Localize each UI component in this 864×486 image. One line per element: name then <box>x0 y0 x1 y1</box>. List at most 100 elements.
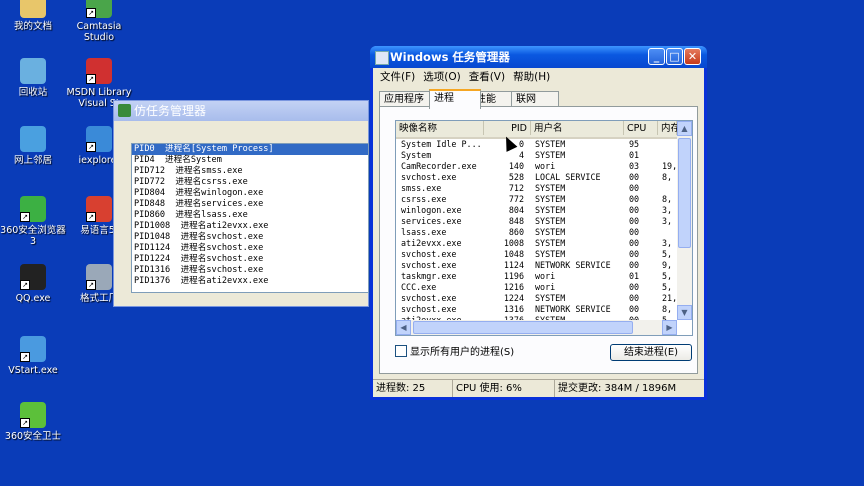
table-row[interactable]: System 4 SYSTEM 01 <box>396 150 677 161</box>
table-row[interactable]: svchost.exe 1124 NETWORK SERVICE 00 9, <box>396 260 677 271</box>
table-row[interactable]: CCC.exe 1216 wori 00 5, <box>396 282 677 293</box>
table-row[interactable]: csrss.exe 772 SYSTEM 00 8, <box>396 194 677 205</box>
scroll-left-arrow-icon[interactable]: ◀ <box>396 320 411 335</box>
list-item[interactable]: PID0 进程名[System Process] <box>132 144 368 155</box>
column-header-3[interactable]: CPU <box>624 121 658 135</box>
desktop-icon[interactable]: ↗ Camtasia Studio <box>66 0 132 43</box>
column-header-2[interactable]: 用户名 <box>531 121 624 135</box>
list-item[interactable]: PID804 进程名winlogon.exe <box>132 188 368 199</box>
cell-name: csrss.exe <box>401 194 447 204</box>
internet-explorer-icon: ↗ <box>86 126 112 152</box>
360-safe-icon: ↗ <box>20 402 46 428</box>
tab-1[interactable]: 进程 <box>429 89 481 109</box>
table-row[interactable]: smss.exe 712 SYSTEM 00 <box>396 183 677 194</box>
list-item[interactable]: PID772 进程名csrss.exe <box>132 177 368 188</box>
horizontal-scroll-thumb[interactable] <box>413 321 633 334</box>
cell-pid: 848 <box>508 216 524 226</box>
list-item[interactable]: PID712 进程名smss.exe <box>132 166 368 177</box>
list-item[interactable]: PID1124 进程名svchost.exe <box>132 243 368 254</box>
cell-pid: 712 <box>508 183 524 193</box>
column-header-4[interactable]: 内存 <box>658 121 680 135</box>
maximize-button[interactable]: □ <box>666 48 683 65</box>
msdn-icon: ↗ <box>86 58 112 84</box>
table-row[interactable]: winlogon.exe 804 SYSTEM 00 3, <box>396 205 677 216</box>
checkbox-box[interactable] <box>395 345 407 357</box>
process-list[interactable]: 映像名称 PID 用户名 CPU 内存 System Idle P... 0 SYSTEM 9… <box>395 120 693 336</box>
qq-icon: ↗ <box>20 264 46 290</box>
scroll-down-arrow-icon[interactable]: ▼ <box>677 305 692 320</box>
title-bar[interactable]: Windows 任务管理器 _ □ ✕ <box>370 46 707 68</box>
desktop-icon-label: 网上邻居 <box>13 155 52 166</box>
scroll-right-arrow-icon[interactable]: ▶ <box>662 320 677 335</box>
desktop-icon[interactable]: ↗ 360安全卫士 <box>0 402 66 442</box>
list-item[interactable]: PID1008 进程名ati2evxx.exe <box>132 221 368 232</box>
cell-name: System Idle P... <box>401 139 482 149</box>
process-listbox[interactable]: PID0 进程名[System Process] PID4 进程名System PI… <box>131 143 369 293</box>
desktop-icon[interactable]: 回收站 <box>0 58 66 98</box>
eyuyan-icon: ↗ <box>86 196 112 222</box>
cell-cpu: 00 <box>629 238 640 248</box>
fake-title-bar[interactable]: 仿任务管理器 <box>114 101 368 121</box>
menu-item[interactable]: 选项(O) <box>419 68 464 86</box>
list-item[interactable]: PID1376 进程名ati2evxx.exe <box>132 276 368 287</box>
list-item[interactable]: PID1316 进程名svchost.exe <box>132 265 368 276</box>
table-row[interactable]: svchost.exe 1048 SYSTEM 00 5, <box>396 249 677 260</box>
list-item[interactable]: PID1224 进程名svchost.exe <box>132 254 368 265</box>
shortcut-arrow-icon: ↗ <box>86 142 96 152</box>
app-icon <box>118 104 131 117</box>
desktop-icon-label: 360安全卫士 <box>4 431 62 442</box>
list-item[interactable]: PID848 进程名services.exe <box>132 199 368 210</box>
recycle-bin-icon <box>20 58 46 84</box>
cell-mem: 3, <box>662 238 673 248</box>
desktop-icon-label: Camtasia Studio <box>76 21 122 43</box>
table-row[interactable]: svchost.exe 1224 SYSTEM 00 21, <box>396 293 677 304</box>
minimize-button[interactable]: _ <box>648 48 665 65</box>
shortcut-arrow-icon: ↗ <box>86 8 96 18</box>
desktop-icon[interactable]: 网上邻居 <box>0 126 66 166</box>
horizontal-scrollbar[interactable]: ◀ ▶ <box>396 320 677 335</box>
processes-panel: 映像名称 PID 用户名 CPU 内存 System Idle P... 0 SYSTEM 9… <box>379 106 698 374</box>
cell-pid: 1316 <box>503 304 524 314</box>
table-row[interactable]: taskmgr.exe 1196 wori 01 5, <box>396 271 677 282</box>
cell-cpu: 00 <box>629 227 640 237</box>
close-button[interactable]: ✕ <box>684 48 701 65</box>
list-item[interactable]: PID1048 进程名svchost.exe <box>132 232 368 243</box>
desktop-icon[interactable]: ↗ VStart.exe <box>0 336 66 376</box>
end-process-button[interactable]: 结束进程(E) <box>610 344 692 361</box>
table-row[interactable]: System Idle P... 0 SYSTEM 95 <box>396 139 677 150</box>
desktop-icon-label: 回收站 <box>18 87 48 98</box>
cell-cpu: 00 <box>629 172 640 182</box>
desktop-icon[interactable]: ↗ QQ.exe <box>0 264 66 304</box>
list-item[interactable]: PID860 进程名lsass.exe <box>132 210 368 221</box>
table-row[interactable]: CamRecorder.exe 140 wori 03 19, <box>396 161 677 172</box>
menu-item[interactable]: 文件(F) <box>376 68 419 86</box>
table-row[interactable]: svchost.exe 528 LOCAL SERVICE 00 8, <box>396 172 677 183</box>
cell-pid: 1216 <box>503 282 524 292</box>
table-row[interactable]: svchost.exe 1316 NETWORK SERVICE 00 8, <box>396 304 677 315</box>
cell-user: SYSTEM <box>535 139 566 149</box>
vertical-scroll-thumb[interactable] <box>678 138 691 248</box>
cell-name: svchost.exe <box>401 304 457 314</box>
list-item[interactable]: PID4 进程名System <box>132 155 368 166</box>
table-row[interactable]: lsass.exe 860 SYSTEM 00 <box>396 227 677 238</box>
menu-item[interactable]: 查看(V) <box>465 68 509 86</box>
cell-name: CCC.exe <box>401 282 437 292</box>
menu-item[interactable]: 帮助(H) <box>509 68 554 86</box>
table-row[interactable]: ati2evxx.exe 1008 SYSTEM 00 3, <box>396 238 677 249</box>
tab-3[interactable]: 联网 <box>511 91 559 107</box>
show-all-users-checkbox[interactable]: 显示所有用户的进程(S) <box>395 345 514 359</box>
column-header-0[interactable]: 映像名称 <box>396 121 484 135</box>
desktop-icon[interactable]: ↗ 360安全浏览器 3 <box>0 196 66 247</box>
cell-cpu: 00 <box>629 183 640 193</box>
task-manager-window[interactable]: Windows 任务管理器 _ □ ✕ 文件(F) 选项(O) 查看(V) 帮助(H)… <box>370 46 707 400</box>
desktop-icon[interactable]: 我的文档 <box>0 0 66 32</box>
vertical-scrollbar[interactable]: ▲ ▼ <box>677 121 692 320</box>
table-row[interactable]: services.exe 848 SYSTEM 00 3, <box>396 216 677 227</box>
column-header-1[interactable]: PID <box>484 121 531 135</box>
fake-task-manager-window[interactable]: 仿任务管理器 PID0 进程名[System Process] PID4 进程名S… <box>113 100 369 307</box>
shortcut-arrow-icon: ↗ <box>20 212 30 222</box>
scroll-up-arrow-icon[interactable]: ▲ <box>677 121 692 136</box>
cpu-usage: CPU 使用: 6% <box>453 380 555 397</box>
cell-name: lsass.exe <box>401 227 447 237</box>
network-places-icon <box>20 126 46 152</box>
